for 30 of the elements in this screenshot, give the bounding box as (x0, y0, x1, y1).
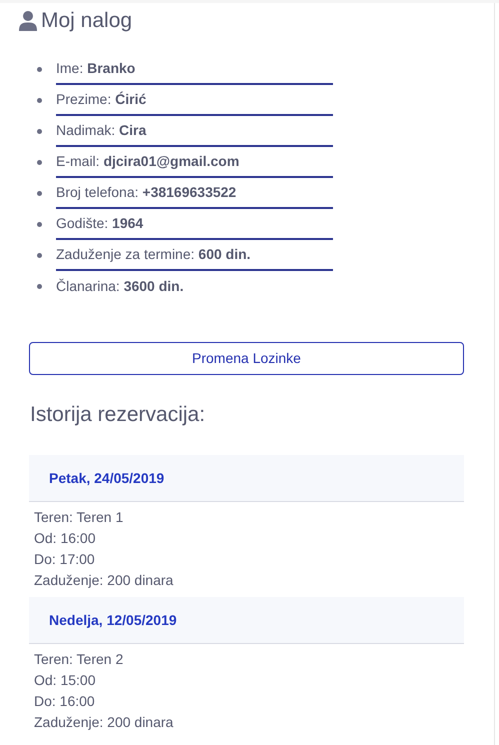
profile-field: Nadimak: Cira (56, 120, 146, 141)
history-heading: Istorija rezervacija: (30, 404, 206, 425)
bullet-icon (37, 160, 42, 165)
user-icon (18, 10, 38, 32)
bullet-icon (37, 191, 42, 196)
profile-field: Zaduženje za termine: 600 din. (56, 244, 251, 265)
change-password-button[interactable]: Promena Lozinke (29, 342, 464, 375)
reservation-detail: Teren: Teren 2 (34, 650, 124, 669)
reservation-date: Petak, 24/05/2019 (49, 468, 164, 488)
profile-field: Članarina: 3600 din. (56, 276, 184, 297)
bullet-icon (37, 129, 42, 134)
reservation-date: Nedelja, 12/05/2019 (49, 610, 177, 630)
bullet-icon (37, 284, 42, 289)
bullet-icon (37, 253, 42, 258)
reservation-detail: Zaduženje: 200 dinara (34, 571, 174, 590)
bullet-icon (37, 222, 42, 227)
reservation-detail: Do: 17:00 (34, 550, 96, 569)
profile-field: Godište: 1964 (56, 213, 144, 234)
reservation-detail: Od: 16:00 (34, 529, 96, 548)
reservation-detail: Do: 16:00 (34, 692, 96, 711)
bullet-icon (37, 98, 42, 103)
profile-field: Broj telefona: +38169633522 (56, 182, 236, 203)
reservation-detail: Zaduženje: 200 dinara (34, 713, 174, 732)
profile-field: Prezime: Ćirić (56, 89, 146, 110)
profile-field: Ime: Branko (56, 58, 136, 79)
reservation-detail: Od: 15:00 (34, 671, 96, 690)
reservation-detail: Teren: Teren 1 (34, 508, 124, 527)
profile-field: E-mail: djcira01@gmail.com (56, 151, 240, 172)
page-title: Moj nalog (41, 10, 132, 31)
bullet-icon (37, 67, 42, 72)
